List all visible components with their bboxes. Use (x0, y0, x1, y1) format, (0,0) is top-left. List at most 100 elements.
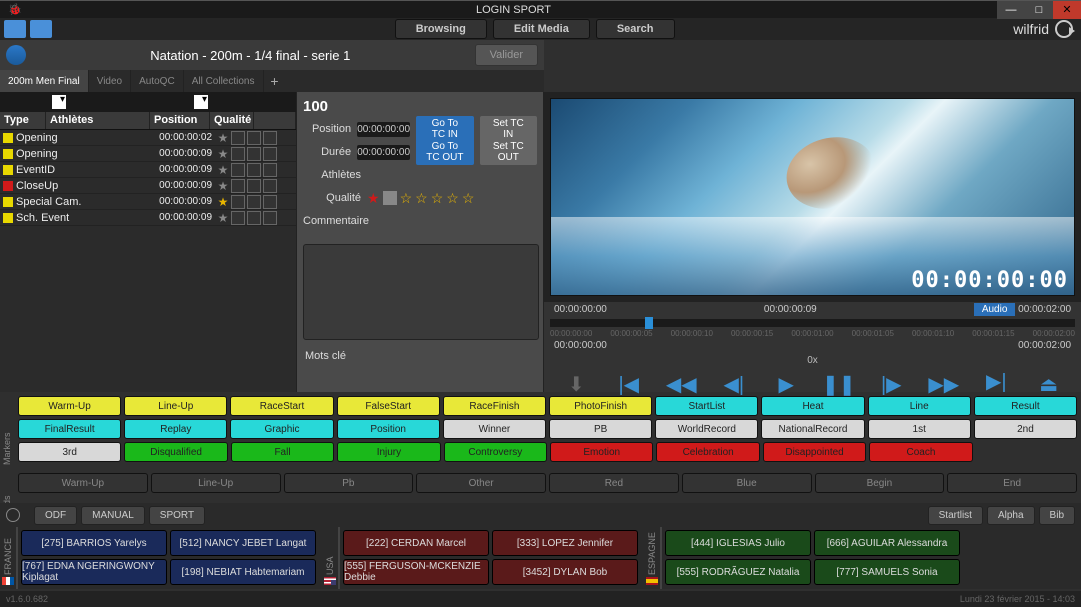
row-wave-icon[interactable] (247, 179, 261, 193)
type-filter-dropdown[interactable] (52, 95, 66, 109)
athlete-button[interactable]: [555] FERGUSON-MCKENZIE Debbie (343, 559, 489, 585)
row-wave-icon[interactable] (247, 131, 261, 145)
marker-emotion-button[interactable]: Emotion (550, 442, 653, 462)
row-delete-icon[interactable] (263, 131, 277, 145)
marker-nationalrecord-button[interactable]: NationalRecord (761, 419, 864, 439)
marker-startlist-button[interactable]: StartList (655, 396, 758, 416)
col-qualite[interactable]: Qualité (210, 112, 254, 129)
marker-line-button[interactable]: Line (868, 396, 971, 416)
keyword-other-button[interactable]: Other (416, 473, 546, 493)
marker-1st-button[interactable]: 1st (868, 419, 971, 439)
athlete-button[interactable]: [198] NEBIAT Habtemariam (170, 559, 316, 585)
row-tcin-icon[interactable] (231, 195, 245, 209)
add-tab-button[interactable]: + (264, 70, 286, 92)
marker-fall-button[interactable]: Fall (231, 442, 334, 462)
row-delete-icon[interactable] (263, 147, 277, 161)
source-odf-button[interactable]: ODF (34, 506, 77, 525)
keyword-line-up-button[interactable]: Line-Up (151, 473, 281, 493)
keyword-end-button[interactable]: End (947, 473, 1077, 493)
star-3-icon[interactable]: ☆ (400, 190, 413, 207)
marker-racestart-button[interactable]: RaceStart (230, 396, 333, 416)
star-6-icon[interactable]: ☆ (446, 190, 459, 207)
marker-heat-button[interactable]: Heat (761, 396, 864, 416)
row-tcin-icon[interactable] (231, 147, 245, 161)
marker-finalresult-button[interactable]: FinalResult (18, 419, 121, 439)
row-star-icon[interactable]: ★ (216, 211, 230, 225)
set-tc-out-button[interactable]: Set TC OUT (480, 139, 537, 165)
row-star-icon[interactable]: ★ (216, 163, 230, 177)
marker-disappointed-button[interactable]: Disappointed (763, 442, 866, 462)
log-row[interactable]: CloseUp 00:00:00:09 ★ (0, 178, 296, 194)
keyword-red-button[interactable]: Red (549, 473, 679, 493)
row-star-icon[interactable]: ★ (216, 195, 230, 209)
timeline-scrubber[interactable] (550, 319, 1075, 327)
athlete-button[interactable]: [275] BARRIOS Yarelys (21, 530, 167, 556)
row-tcin-icon[interactable] (231, 211, 245, 225)
col-position[interactable]: Position (150, 112, 210, 129)
row-star-icon[interactable]: ★ (216, 179, 230, 193)
star-5-icon[interactable]: ☆ (431, 190, 444, 207)
marker-position-button[interactable]: Position (337, 419, 440, 439)
nav-search[interactable]: Search (596, 19, 675, 39)
marker-disqualified-button[interactable]: Disqualified (124, 442, 227, 462)
athlete-button[interactable]: [777] SAMUELS Sonia (814, 559, 960, 585)
star-4-icon[interactable]: ☆ (415, 190, 428, 207)
tab-200m[interactable]: 200m Men Final (0, 70, 89, 92)
audio-button[interactable]: Audio (974, 303, 1016, 316)
view-mode-2-button[interactable] (30, 20, 52, 38)
marker-3rd-button[interactable]: 3rd (18, 442, 121, 462)
position-tc[interactable]: 00:00:00:00 (357, 122, 410, 137)
row-delete-icon[interactable] (263, 179, 277, 193)
marker-injury-button[interactable]: Injury (337, 442, 440, 462)
nav-browsing[interactable]: Browsing (395, 19, 487, 39)
athlete-button[interactable]: [512] NANCY JEBET Langat (170, 530, 316, 556)
keyword-begin-button[interactable]: Begin (815, 473, 945, 493)
athlete-button[interactable]: [222] CERDAN Marcel (343, 530, 489, 556)
log-row[interactable]: Special Cam. 00:00:00:09 ★ (0, 194, 296, 210)
star-2-icon[interactable] (383, 191, 397, 205)
close-button[interactable]: ✕ (1053, 1, 1081, 19)
marker-pb-button[interactable]: PB (549, 419, 652, 439)
marker-photofinish-button[interactable]: PhotoFinish (549, 396, 652, 416)
alpha-button[interactable]: Alpha (987, 506, 1035, 525)
row-star-icon[interactable]: ★ (216, 131, 230, 145)
position-filter-dropdown[interactable] (194, 95, 208, 109)
marker-result-button[interactable]: Result (974, 396, 1077, 416)
valider-button[interactable]: Valider (475, 44, 538, 66)
star-7-icon[interactable]: ☆ (462, 190, 475, 207)
row-tcin-icon[interactable] (231, 179, 245, 193)
athlete-button[interactable]: [3452] DYLAN Bob (492, 559, 638, 585)
marker-replay-button[interactable]: Replay (124, 419, 227, 439)
keyword-warm-up-button[interactable]: Warm-Up (18, 473, 148, 493)
tab-video[interactable]: Video (89, 70, 131, 92)
row-tcin-icon[interactable] (231, 131, 245, 145)
duree-tc[interactable]: 00:00:00:00 (357, 145, 410, 160)
maximize-button[interactable]: □ (1025, 1, 1053, 19)
marker-line-up-button[interactable]: Line-Up (124, 396, 227, 416)
comment-textarea[interactable] (303, 244, 539, 340)
marker-celebration-button[interactable]: Celebration (656, 442, 759, 462)
col-type[interactable]: Type (0, 112, 46, 129)
video-player[interactable]: 00:00:00:00 (550, 98, 1075, 296)
row-wave-icon[interactable] (247, 211, 261, 225)
log-row[interactable]: Opening 00:00:00:02 ★ (0, 130, 296, 146)
log-row[interactable]: Sch. Event 00:00:00:09 ★ (0, 210, 296, 226)
athlete-button[interactable]: [444] IGLESIAS Julio (665, 530, 811, 556)
row-wave-icon[interactable] (247, 147, 261, 161)
row-delete-icon[interactable] (263, 163, 277, 177)
marker-graphic-button[interactable]: Graphic (230, 419, 333, 439)
row-delete-icon[interactable] (263, 211, 277, 225)
row-tcin-icon[interactable] (231, 163, 245, 177)
quality-rating[interactable]: ★ ☆ ☆ ☆ ☆ ☆ (367, 190, 474, 207)
log-row[interactable]: Opening 00:00:00:09 ★ (0, 146, 296, 162)
athlete-button[interactable]: [555] RODRÃGUEZ Natalia (665, 559, 811, 585)
source-manual-button[interactable]: MANUAL (81, 506, 145, 525)
view-mode-1-button[interactable] (4, 20, 26, 38)
timeline-cursor[interactable] (645, 317, 653, 329)
athlete-button[interactable]: [333] LOPEZ Jennifer (492, 530, 638, 556)
tab-autoqc[interactable]: AutoQC (131, 70, 184, 92)
row-wave-icon[interactable] (247, 195, 261, 209)
marker-coach-button[interactable]: Coach (869, 442, 972, 462)
startlist-button[interactable]: Startlist (928, 506, 983, 525)
athlete-button[interactable]: [666] AGUILAR Alessandra (814, 530, 960, 556)
